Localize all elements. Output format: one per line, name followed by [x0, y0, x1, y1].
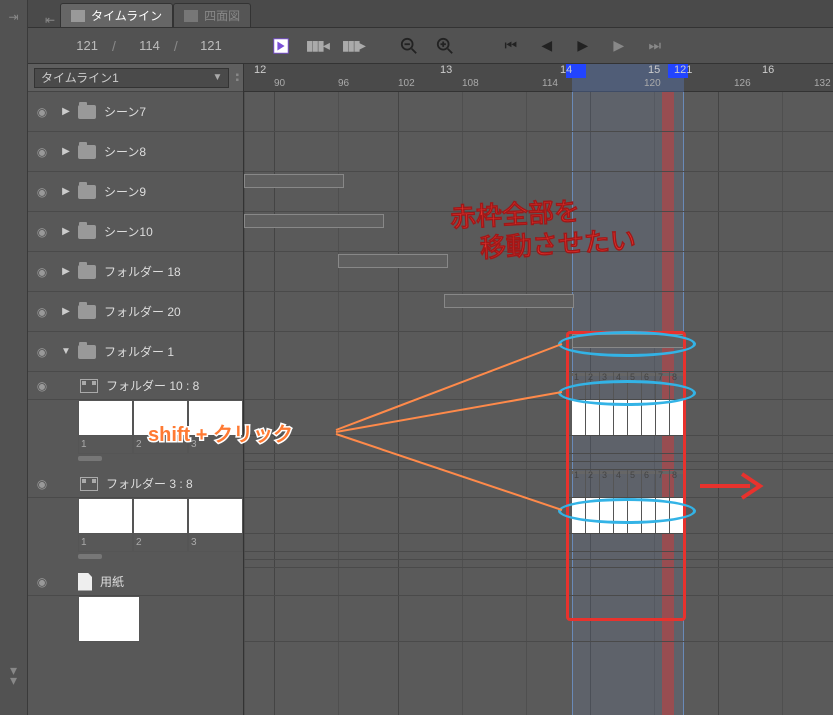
playhead-icon[interactable]: [270, 35, 292, 57]
slash1: /: [112, 38, 116, 54]
panel-options-icon[interactable]: ▪▪: [235, 73, 243, 83]
go-end-icon[interactable]: ⏭: [644, 35, 666, 57]
chevron-down-icon: ▼: [213, 72, 223, 83]
folder-icon: [78, 105, 96, 119]
track-folder18[interactable]: [244, 252, 833, 292]
panel-collapse-icon[interactable]: ⇥: [8, 10, 18, 24]
track-folder10-8-frames[interactable]: [244, 400, 833, 436]
track-folder3-8-frames[interactable]: [244, 498, 833, 534]
mini-scrollbar[interactable]: [78, 454, 243, 462]
visibility-icon[interactable]: ◉: [30, 265, 54, 279]
expand-icon[interactable]: ▶: [58, 186, 74, 197]
tab-timeline-label: タイムライン: [91, 7, 162, 24]
layer-folder18[interactable]: ◉ ▶ フォルダー 18: [28, 252, 243, 292]
layer-folder20[interactable]: ◉ ▶ フォルダー 20: [28, 292, 243, 332]
timeline-select-label: タイムライン1: [41, 69, 119, 86]
visibility-icon[interactable]: ◉: [30, 145, 54, 159]
expand-handle-icon[interactable]: ⇤: [40, 13, 60, 27]
zoom-out-icon[interactable]: [398, 35, 420, 57]
expand-icon[interactable]: ▶: [58, 146, 74, 157]
quadview-icon: [184, 10, 198, 22]
expand-icon[interactable]: ▶: [58, 226, 74, 237]
frame-a[interactable]: 114: [130, 38, 160, 53]
track-scene9[interactable]: [244, 172, 833, 212]
frame-b[interactable]: 121: [192, 38, 222, 53]
prev-frame-icon[interactable]: ◀: [536, 35, 558, 57]
track-folder3-8-header[interactable]: 1 2 3 4 5 6 7 8: [244, 470, 833, 498]
track-scene8[interactable]: [244, 132, 833, 172]
expand-icon[interactable]: ▶: [58, 306, 74, 317]
layer-folder3-8[interactable]: ◉ フォルダー 3 : 8: [28, 470, 243, 498]
track-paper[interactable]: [244, 568, 833, 596]
clip[interactable]: [572, 334, 684, 348]
track-folder20[interactable]: [244, 292, 833, 332]
visibility-icon[interactable]: ◉: [30, 185, 54, 199]
visibility-icon[interactable]: ◉: [30, 305, 54, 319]
tab-quadview-label: 四面図: [204, 7, 240, 24]
layer-scene10[interactable]: ◉ ▶ シーン10: [28, 212, 243, 252]
panel-tabs: ⇤ タイムライン 四面図: [28, 0, 833, 28]
folder-icon: [78, 145, 96, 159]
tab-quadview[interactable]: 四面図: [173, 3, 251, 27]
clip[interactable]: [244, 214, 384, 228]
timeline-canvas[interactable]: 1213141512116 9096102108114120126132: [244, 64, 833, 715]
left-gutter: ⇥ ▾▾: [0, 0, 28, 715]
mini-scrollbar[interactable]: [78, 552, 243, 560]
tab-timeline[interactable]: タイムライン: [60, 3, 173, 27]
visibility-icon[interactable]: ◉: [30, 477, 54, 491]
clip-icon: [80, 477, 98, 491]
visibility-icon[interactable]: ◉: [30, 225, 54, 239]
layer-paper[interactable]: ◉ 用紙: [28, 568, 243, 596]
frame-current[interactable]: 121: [68, 38, 98, 53]
next-frame-icon[interactable]: ▶: [608, 35, 630, 57]
clip[interactable]: [338, 254, 448, 268]
visibility-icon[interactable]: ◉: [30, 575, 54, 589]
track-scene7[interactable]: [244, 92, 833, 132]
folder-icon: [78, 185, 96, 199]
visibility-icon[interactable]: ◉: [30, 345, 54, 359]
folder-icon: [78, 265, 96, 279]
chevrons-down-icon[interactable]: ▾▾: [10, 665, 17, 685]
bars-snap-right-icon[interactable]: ▮▮▮▸: [342, 35, 364, 57]
folder-icon: [78, 345, 96, 359]
layer-scene8[interactable]: ◉ ▶ シーン8: [28, 132, 243, 172]
go-start-icon[interactable]: ⏮: [500, 35, 522, 57]
track-scene10[interactable]: [244, 212, 833, 252]
thumbnail-strip[interactable]: 1 2 3: [78, 498, 243, 552]
layer-panel: タイムライン1 ▼ ▪▪ ◉ ▶ シーン7 ◉ ▶: [28, 64, 244, 715]
expand-icon[interactable]: ▶: [58, 106, 74, 117]
bars-snap-left-icon[interactable]: ▮▮▮◂: [306, 35, 328, 57]
track-folder1[interactable]: [244, 332, 833, 372]
folder-icon: [78, 225, 96, 239]
track-folder10-8-header[interactable]: 1 2 3 4 5 6 7 8: [244, 372, 833, 400]
zoom-in-icon[interactable]: [434, 35, 456, 57]
play-icon[interactable]: ▶: [572, 35, 594, 57]
clip[interactable]: [244, 174, 344, 188]
slash2: /: [174, 38, 178, 54]
layer-scene9[interactable]: ◉ ▶ シーン9: [28, 172, 243, 212]
paper-thumbnail[interactable]: [78, 596, 140, 642]
timeline-select[interactable]: タイムライン1 ▼: [34, 68, 229, 88]
layer-folder10-8[interactable]: ◉ フォルダー 10 : 8: [28, 372, 243, 400]
thumbnail-strip[interactable]: 1 2 3: [78, 400, 243, 454]
expand-icon[interactable]: ▶: [58, 266, 74, 277]
folder-icon: [78, 305, 96, 319]
clip[interactable]: [444, 294, 574, 308]
visibility-icon[interactable]: ◉: [30, 105, 54, 119]
layer-scene7[interactable]: ◉ ▶ シーン7: [28, 92, 243, 132]
page-icon: [78, 573, 92, 591]
layer-folder1[interactable]: ◉ ▼ フォルダー 1: [28, 332, 243, 372]
clip-icon: [80, 379, 98, 393]
collapse-icon[interactable]: ▼: [58, 346, 74, 357]
timeline-ruler[interactable]: 1213141512116 9096102108114120126132: [244, 64, 833, 92]
timeline-toolbar: 121 / 114 / 121 ▮▮▮◂ ▮▮▮▸ ⏮ ◀ ▶ ▶ ⏭: [28, 28, 833, 64]
visibility-icon[interactable]: ◉: [30, 379, 54, 393]
timeline-icon: [71, 10, 85, 22]
